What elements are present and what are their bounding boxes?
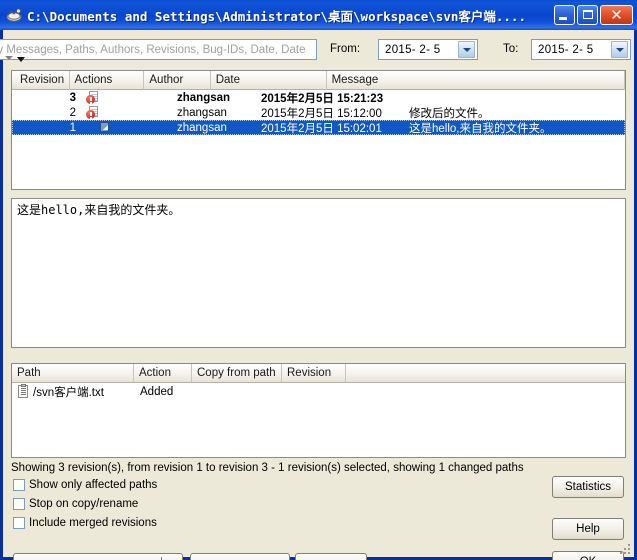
title-bar[interactable]: C:\Documents and Settings\Administrator\…: [0, 0, 637, 30]
cell-actions: [82, 91, 177, 104]
minimize-button[interactable]: [554, 5, 575, 25]
search-dropdown-icon[interactable]: [5, 56, 13, 60]
filter-toolbar: py Messages, Paths, Authors, Revisions, …: [0, 38, 634, 64]
text-file-icon: [18, 384, 29, 398]
checkbox-icon[interactable]: [13, 517, 25, 529]
to-date-combobox[interactable]: 2015- 2- 5: [531, 39, 631, 60]
cell-author: zhangsan: [177, 121, 227, 134]
cell-date: 2015年2月5日 15:02:01: [261, 122, 382, 135]
checkbox-show-only-affected-paths[interactable]: Show only affected paths: [13, 479, 157, 491]
cell-message: 这是hello,来自我的文件夹。: [409, 122, 552, 135]
chevron-down-icon[interactable]: [458, 41, 475, 58]
from-label: From:: [330, 43, 361, 55]
column-header-actions[interactable]: Actions: [70, 71, 145, 90]
revision-list[interactable]: Revision Actions Author Date Message 3 z…: [11, 70, 626, 190]
cell-path-text: /svn客户端.txt: [33, 386, 104, 399]
cell-message: 修改后的文件。: [409, 107, 490, 120]
log-messages-window: C:\Documents and Settings\Administrator\…: [0, 0, 637, 560]
to-label: To:: [503, 43, 519, 55]
column-header-path[interactable]: Path: [12, 364, 134, 383]
checkbox-include-merged-revisions[interactable]: Include merged revisions: [13, 517, 157, 529]
cell-revision: 2: [69, 106, 76, 119]
modified-file-icon: [86, 91, 99, 104]
checkbox-icon[interactable]: [13, 479, 25, 491]
help-button[interactable]: Help: [552, 518, 624, 540]
cell-author: zhangsan: [177, 91, 231, 104]
column-header-revision[interactable]: Revision: [12, 71, 70, 90]
chevron-down-icon[interactable]: [611, 41, 628, 58]
search-placeholder: py Messages, Paths, Authors, Revisions, …: [0, 43, 306, 56]
table-row[interactable]: 3 zhangsan 2015年2月5日 15:21:23: [12, 90, 625, 105]
tortoisesvn-log-icon: [5, 6, 23, 24]
column-header-filler: [346, 364, 625, 383]
search-input[interactable]: py Messages, Paths, Authors, Revisions, …: [0, 39, 317, 60]
resize-grip[interactable]: [618, 542, 630, 554]
modified-file-icon: [86, 106, 99, 119]
statistics-button[interactable]: Statistics: [552, 476, 624, 498]
cell-date: 2015年2月5日 15:21:23: [261, 92, 384, 105]
commit-message-text: 这是hello,来自我的文件夹。: [17, 203, 181, 217]
checkbox-label: Stop on copy/rename: [29, 498, 139, 510]
checkbox-icon[interactable]: [13, 498, 25, 510]
revision-rows: 3 zhangsan 2015年2月5日 15:21:23 2 zhangsan…: [12, 90, 625, 135]
cell-actions: [82, 106, 177, 119]
client-area: py Messages, Paths, Authors, Revisions, …: [0, 30, 634, 560]
next-100-button[interactable]: Next 100: [190, 553, 290, 560]
cell-path: /svn客户端.txt: [18, 384, 140, 400]
list-item[interactable]: /svn客户端.txt Added: [12, 383, 625, 400]
from-date-value: 2015- 2- 5: [385, 43, 441, 56]
refresh-button[interactable]: Refresh: [295, 553, 367, 560]
ok-button[interactable]: OK: [552, 551, 624, 560]
revision-list-header: Revision Actions Author Date Message: [12, 71, 625, 90]
column-header-date[interactable]: Date: [211, 71, 327, 90]
column-header-copy-from-path[interactable]: Copy from path: [192, 364, 282, 383]
close-button[interactable]: ✕: [600, 5, 633, 25]
column-header-action[interactable]: Action: [134, 364, 192, 383]
cell-action: Added: [140, 385, 174, 398]
column-header-message[interactable]: Message: [327, 71, 625, 90]
window-controls: ✕: [554, 5, 633, 25]
cell-author: zhangsan: [177, 106, 227, 119]
checkbox-stop-on-copy-rename[interactable]: Stop on copy/rename: [13, 498, 138, 510]
status-text: Showing 3 revision(s), from revision 1 t…: [11, 462, 524, 474]
cell-date: 2015年2月5日 15:12:00: [261, 107, 382, 120]
checkbox-label: Include merged revisions: [29, 517, 157, 529]
table-row[interactable]: 1 zhangsan 2015年2月5日 15:02:01 这是hello,来自…: [12, 120, 625, 135]
to-date-value: 2015- 2- 5: [538, 43, 594, 56]
cell-revision: 1: [69, 121, 76, 134]
window-title: C:\Documents and Settings\Administrator\…: [27, 8, 526, 24]
search-filter-icon[interactable]: [17, 57, 25, 62]
from-date-combobox[interactable]: 2015- 2- 5: [378, 39, 478, 60]
checkbox-label: Show only affected paths: [29, 479, 158, 491]
maximize-button[interactable]: [577, 5, 598, 25]
added-file-icon: [98, 121, 111, 134]
show-all-button[interactable]: Show All: [13, 553, 183, 560]
changed-paths-list[interactable]: Path Action Copy from path Revision /svn…: [11, 363, 626, 458]
cell-actions: [82, 121, 177, 134]
cell-revision: 3: [69, 91, 76, 104]
table-row[interactable]: 2 zhangsan 2015年2月5日 15:12:00 修改后的文件。: [12, 105, 625, 120]
path-list-header: Path Action Copy from path Revision: [12, 364, 625, 383]
column-header-author[interactable]: Author: [144, 71, 211, 90]
commit-message-box[interactable]: 这是hello,来自我的文件夹。: [11, 198, 626, 348]
column-header-revision[interactable]: Revision: [282, 364, 346, 383]
